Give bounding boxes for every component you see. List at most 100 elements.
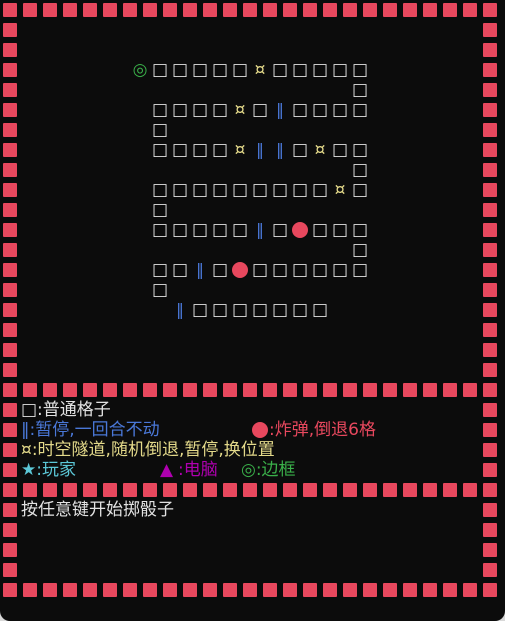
tunnel-cell: ¤	[234, 100, 246, 120]
frame-square	[103, 483, 117, 497]
frame-square	[43, 483, 57, 497]
normal-cell: □	[351, 60, 369, 80]
frame-square	[3, 223, 17, 237]
frame-square	[63, 583, 77, 597]
frame-square	[163, 383, 177, 397]
frame-square	[483, 503, 497, 517]
frame-square	[323, 3, 337, 17]
frame-square	[423, 483, 437, 497]
frame-square	[463, 383, 477, 397]
normal-cell: □	[351, 180, 369, 200]
frame-square	[483, 183, 497, 197]
pause-cell: ‖	[196, 260, 204, 279]
normal-cell: □	[251, 260, 269, 280]
frame-square	[123, 583, 137, 597]
frame-square	[483, 423, 497, 437]
frame-square	[143, 383, 157, 397]
normal-cell: □	[311, 100, 329, 120]
bomb-cell	[232, 262, 248, 278]
frame-square	[3, 283, 17, 297]
normal-cell: □	[331, 220, 349, 240]
normal-cell: □	[271, 260, 289, 280]
normal-cell: □	[351, 160, 369, 180]
frame-square	[43, 583, 57, 597]
frame-square	[243, 483, 257, 497]
frame-square	[483, 103, 497, 117]
frame-square	[483, 523, 497, 537]
frame-square	[3, 43, 17, 57]
frame-square	[143, 583, 157, 597]
frame-square	[483, 463, 497, 477]
frame-square	[143, 483, 157, 497]
frame-square	[303, 3, 317, 17]
normal-cell: □	[291, 60, 309, 80]
frame-square	[203, 3, 217, 17]
frame-square	[423, 583, 437, 597]
tunnel-cell: ¤	[314, 140, 326, 160]
legend-bomb: :炸弹,倒退6格	[269, 420, 376, 440]
frame-square	[483, 583, 497, 597]
normal-cell: □	[291, 300, 309, 320]
normal-cell: □	[171, 100, 189, 120]
normal-cell: □	[211, 300, 229, 320]
normal-cell: □	[211, 140, 229, 160]
frame-square	[3, 303, 17, 317]
frame-square	[223, 583, 237, 597]
frame-square	[463, 483, 477, 497]
frame-square	[323, 483, 337, 497]
normal-cell: □	[191, 60, 209, 80]
frame-square	[83, 583, 97, 597]
pause-cell: ‖	[176, 300, 184, 319]
normal-cell: □	[191, 180, 209, 200]
frame-square	[243, 583, 257, 597]
frame-square	[363, 3, 377, 17]
tunnel-cell: ¤	[334, 180, 346, 200]
frame-square	[3, 383, 17, 397]
frame-square	[3, 203, 17, 217]
frame-square	[63, 3, 77, 17]
frame-square	[203, 383, 217, 397]
frame-square	[483, 203, 497, 217]
game-console-window: ◎ □ □ □ □ □ ¤ □ □ □ □ □ □ □ □ □ □ ¤ □ ‖ □ □ □ □ □ □ □ □ □ ¤ ‖ ‖ □ ¤ □ □ □ □ □ □…	[0, 0, 505, 621]
frame-square	[383, 483, 397, 497]
frame-square	[43, 383, 57, 397]
frame-square	[83, 3, 97, 17]
normal-cell: □	[211, 180, 229, 200]
frame-square	[3, 243, 17, 257]
frame-square	[483, 83, 497, 97]
frame-square	[283, 3, 297, 17]
pause-cell: ‖	[276, 100, 284, 119]
bomb-icon	[252, 422, 268, 438]
normal-cell: □	[191, 140, 209, 160]
normal-cell: □	[351, 220, 369, 240]
frame-square	[163, 483, 177, 497]
frame-square	[3, 3, 17, 17]
normal-cell: □	[251, 180, 269, 200]
frame-square	[363, 483, 377, 497]
frame-square	[483, 563, 497, 577]
frame-square	[3, 583, 17, 597]
frame-square	[63, 483, 77, 497]
frame-square	[483, 323, 497, 337]
frame-square	[83, 483, 97, 497]
normal-cell: □	[331, 60, 349, 80]
frame-square	[123, 3, 137, 17]
normal-cell: □	[151, 180, 169, 200]
frame-square	[363, 583, 377, 597]
frame-square	[203, 483, 217, 497]
frame-square	[3, 343, 17, 357]
frame-square	[483, 3, 497, 17]
normal-cell: □	[171, 140, 189, 160]
frame-square	[3, 263, 17, 277]
frame-square	[483, 63, 497, 77]
frame-square	[303, 583, 317, 597]
computer-icon: ▲	[160, 460, 174, 480]
normal-cell: □	[151, 200, 169, 220]
frame-square	[103, 3, 117, 17]
normal-cell: □	[331, 140, 349, 160]
normal-cell: □	[171, 180, 189, 200]
frame-square	[3, 123, 17, 137]
frame-square	[3, 143, 17, 157]
normal-cell: □	[251, 300, 269, 320]
frame-square	[3, 523, 17, 537]
